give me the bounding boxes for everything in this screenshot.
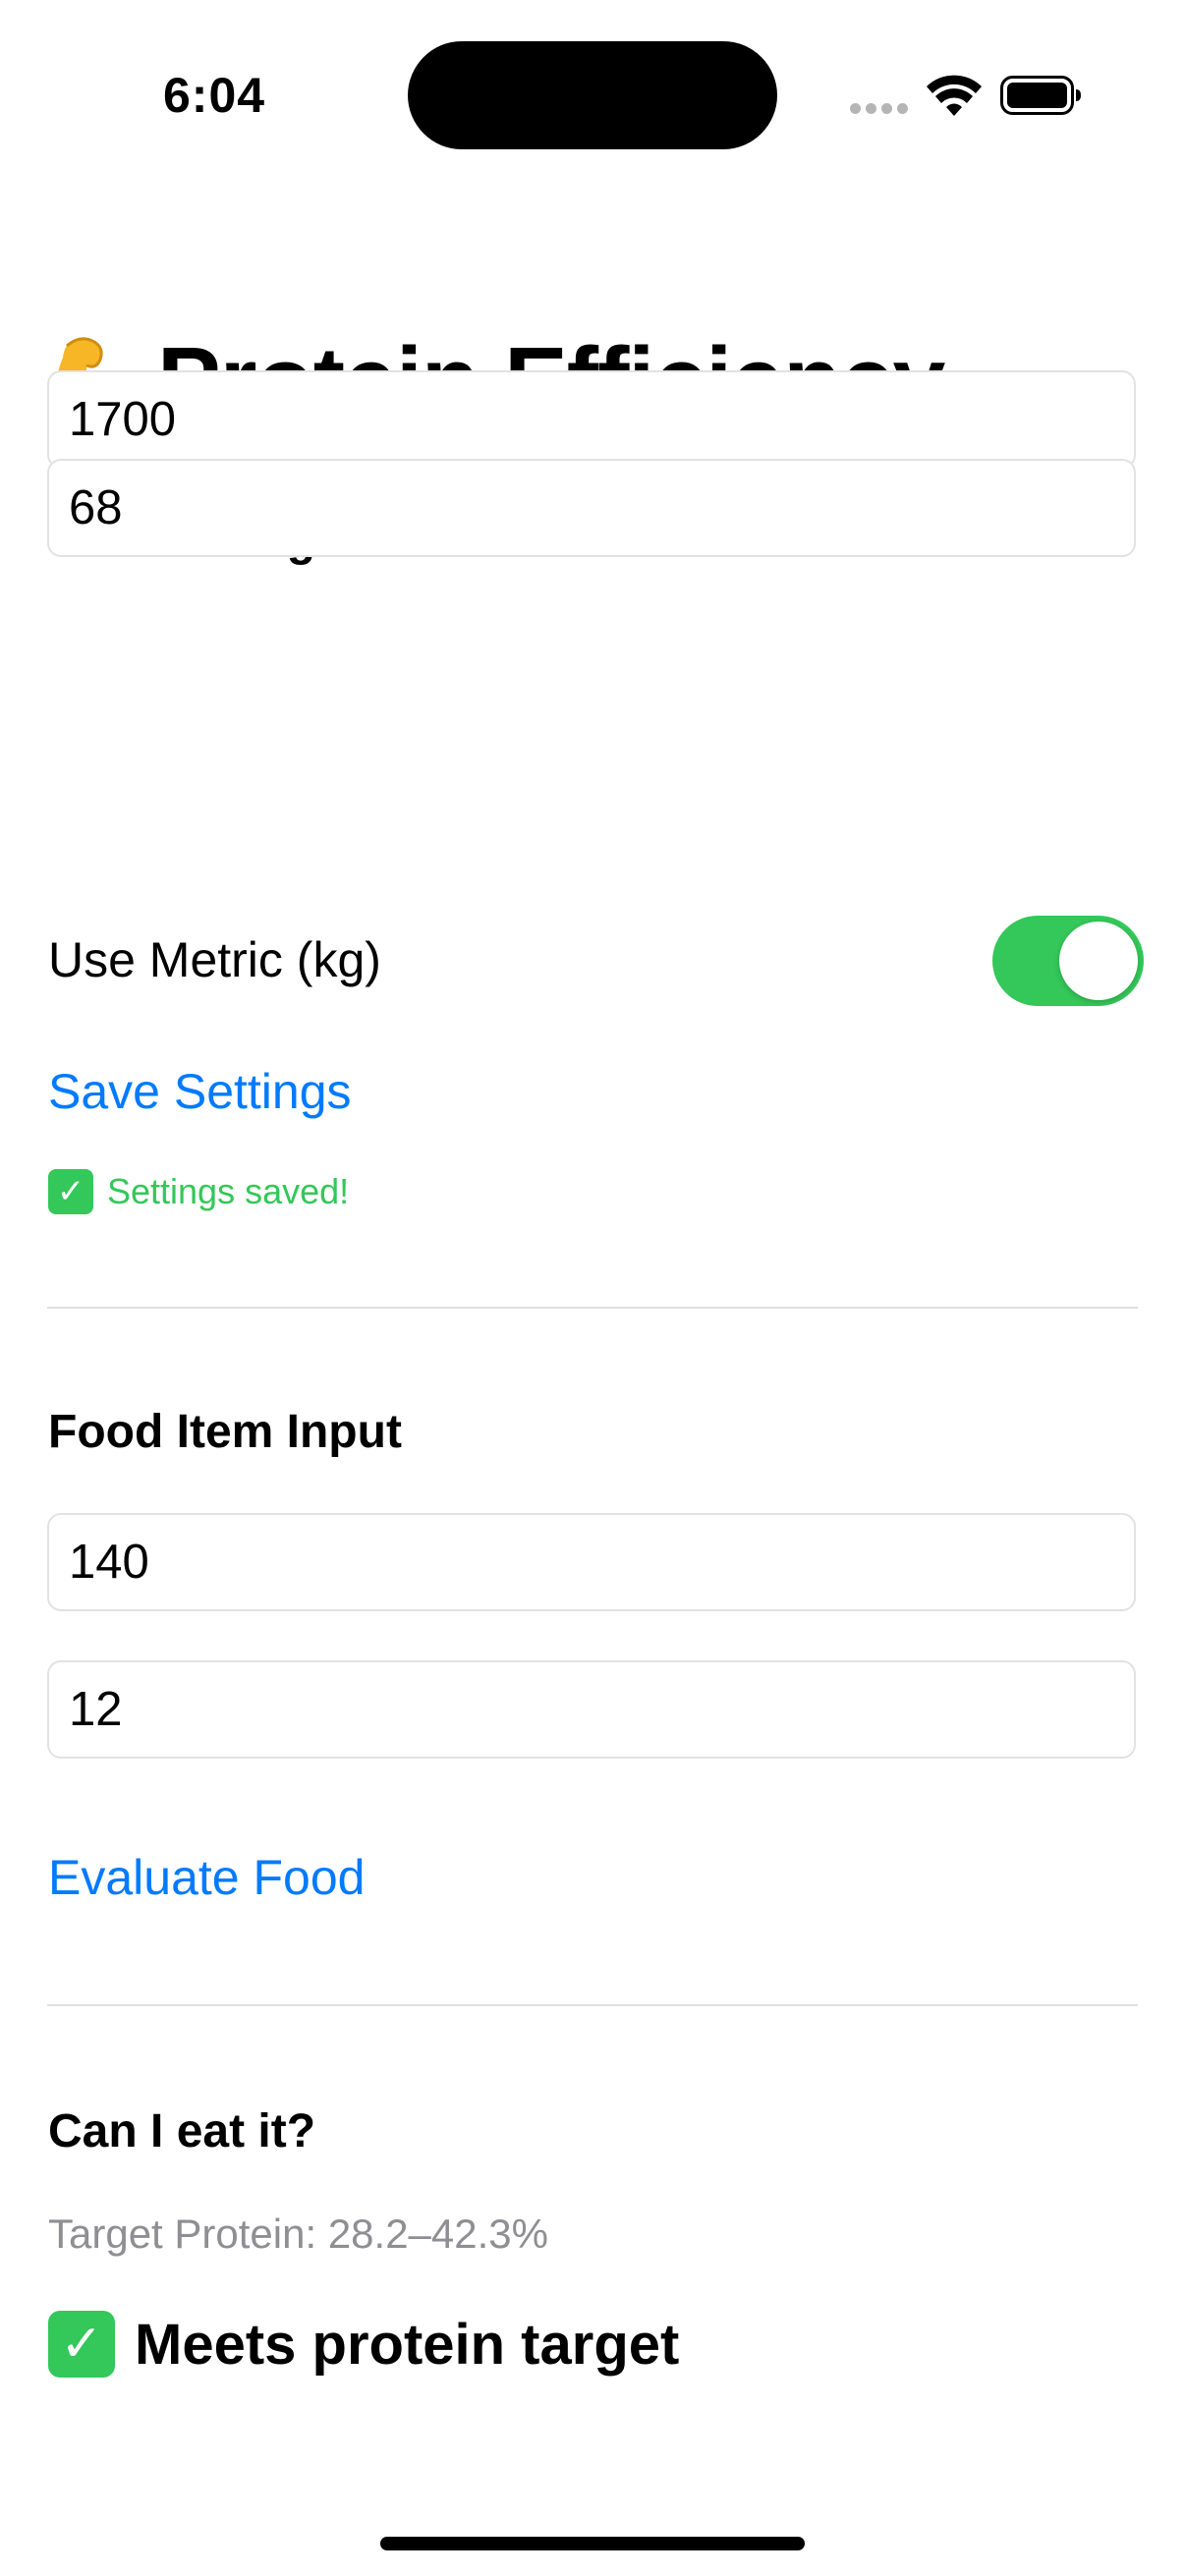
dynamic-island bbox=[408, 41, 777, 149]
evaluate-food-button[interactable]: Evaluate Food bbox=[48, 1849, 365, 1906]
section-divider bbox=[47, 2004, 1138, 2006]
check-mark-icon: ✓ bbox=[48, 1169, 93, 1214]
daily-calories-field[interactable] bbox=[47, 370, 1136, 469]
wifi-icon bbox=[927, 75, 982, 116]
result-heading: Can I eat it? bbox=[48, 2105, 316, 2157]
cellular-signal-icon bbox=[850, 103, 908, 114]
status-time: 6:04 bbox=[163, 68, 266, 123]
check-mark-icon: ✓ bbox=[48, 2311, 115, 2378]
food-calories-field[interactable] bbox=[47, 1513, 1136, 1611]
toggle-knob bbox=[1059, 922, 1138, 1000]
verdict-message: ✓ Meets protein target bbox=[48, 2311, 679, 2378]
battery-icon bbox=[1000, 76, 1081, 115]
food-item-input-heading: Food Item Input bbox=[48, 1406, 402, 1458]
home-indicator[interactable] bbox=[380, 2537, 805, 2550]
metric-toggle-label: Use Metric (kg) bbox=[48, 932, 381, 987]
food-protein-field[interactable] bbox=[47, 1660, 1136, 1759]
body-weight-field[interactable] bbox=[47, 459, 1136, 557]
verdict-text: Meets protein target bbox=[135, 2312, 680, 2377]
metric-toggle[interactable] bbox=[992, 916, 1144, 1006]
settings-saved-message: ✓ Settings saved! bbox=[48, 1169, 349, 1214]
save-settings-button[interactable]: Save Settings bbox=[48, 1063, 352, 1120]
target-protein-text: Target Protein: 28.2–42.3% bbox=[48, 2211, 549, 2257]
settings-saved-text: Settings saved! bbox=[107, 1171, 350, 1211]
section-divider bbox=[47, 1307, 1138, 1309]
